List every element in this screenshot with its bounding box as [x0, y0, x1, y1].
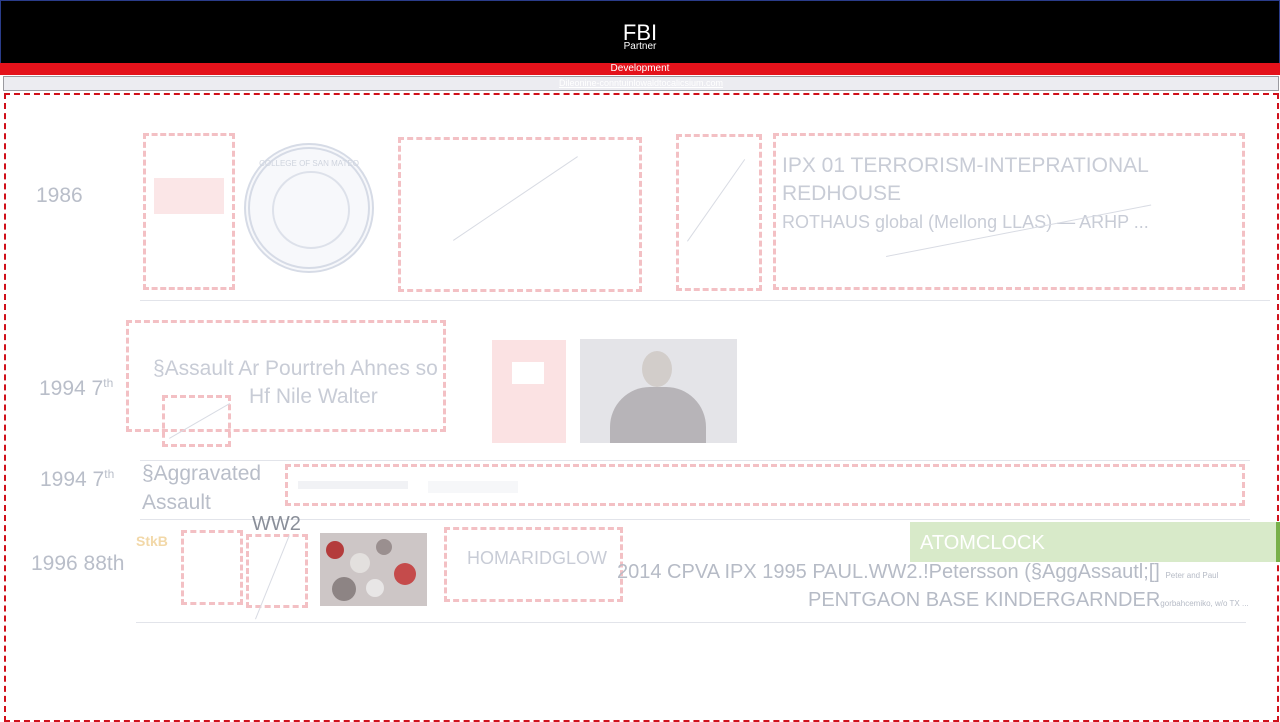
image-placeholder[interactable]	[181, 530, 243, 605]
wide-text-box[interactable]	[285, 464, 1245, 506]
text-box-homaridglow[interactable]: HOMARIDGLOW	[444, 527, 623, 602]
development-banner: Development	[0, 63, 1280, 75]
document-label	[512, 362, 544, 384]
link-text[interactable]: Dileonine-conntuinlowaldtocalicsium.com	[559, 78, 723, 88]
terrorism-title-line2: REDHOUSE	[782, 182, 902, 205]
seal-text: COLLEGE OF SAN MATEO	[259, 159, 359, 168]
image-placeholder[interactable]	[676, 134, 762, 291]
assault-line2: Hf Nile Walter	[249, 385, 378, 408]
ww2-label: WW2	[252, 513, 301, 535]
text-box-1986[interactable]: IPX 01 TERRORISM-INTEPRATIONAL REDHOUSE …	[773, 133, 1245, 290]
header-subtitle: Partner	[623, 41, 657, 52]
red-thumbnail	[154, 178, 224, 214]
atomclock-bar[interactable]: ATOMCLOCK	[910, 522, 1280, 562]
broken-image-line	[169, 403, 231, 439]
link-bar[interactable]: Dileonine-conntuinlowaldtocalicsium.com	[3, 76, 1279, 91]
row-divider	[140, 519, 1250, 520]
year-label-1996: 1996 88th	[31, 552, 125, 575]
aggravated-assault-label: §Aggravated Assault	[142, 462, 262, 514]
homaridglow-text: HOMARIDGLOW	[467, 548, 608, 568]
image-placeholder[interactable]	[143, 133, 235, 290]
year-label-1986: 1986	[36, 184, 83, 207]
faint-text-block	[298, 481, 408, 489]
row-divider	[136, 622, 1246, 623]
year-label-1994-second: 1994 7th	[40, 467, 115, 491]
pentagon-line: PENTGAON BASE KINDERGARNDERgorbahcemiko,…	[808, 589, 1249, 611]
red-document-image	[492, 340, 566, 443]
image-placeholder[interactable]	[246, 534, 308, 620]
atomclock-edge	[1276, 522, 1280, 562]
portrait-body	[610, 387, 706, 443]
college-seal-image: COLLEGE OF SAN MATEO	[244, 143, 374, 273]
assault-line1: §Assault Ar Pourtreh Ahnes so	[153, 357, 438, 380]
broken-image-line	[687, 159, 746, 242]
top-header: FBI Partner	[0, 0, 1280, 64]
cpva-line: 2014 CPVA IPX 1995 PAUL.WW2.!Petersson (…	[617, 561, 1219, 583]
faint-text-block	[428, 481, 518, 493]
stkb-logo: StkB	[136, 533, 168, 549]
broken-image-line	[453, 156, 578, 241]
image-placeholder[interactable]	[398, 137, 642, 292]
row-divider	[140, 460, 1250, 461]
year-label-1994: 1994 7th	[39, 376, 114, 400]
row-divider	[140, 300, 1270, 301]
broken-image-line	[255, 535, 290, 620]
crowd-photo	[320, 533, 427, 606]
seal-emblem	[272, 171, 350, 249]
atomclock-label: ATOMCLOCK	[920, 532, 1045, 554]
terrorism-title-line1: IPX 01 TERRORISM-INTEPRATIONAL	[782, 154, 1149, 177]
portrait-head	[642, 351, 672, 387]
image-placeholder[interactable]	[162, 395, 231, 447]
portrait-photo	[580, 339, 737, 443]
